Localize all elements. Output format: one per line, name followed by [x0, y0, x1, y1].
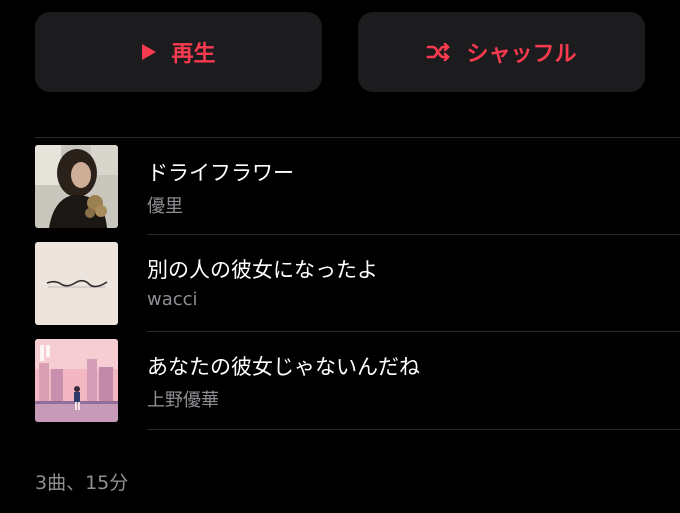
play-label: 再生 — [171, 42, 216, 67]
dried-flower-cover-art — [35, 145, 118, 228]
track-count-duration: 3曲、15分 — [35, 472, 129, 494]
track-title: あなたの彼女じゃないんだね — [147, 355, 420, 379]
play-button[interactable]: 再生 — [35, 12, 322, 92]
play-icon — [141, 43, 157, 61]
city-sunset-cover-art — [35, 339, 118, 422]
track-row[interactable]: あなたの彼女じゃないんだね 上野優華 — [0, 331, 680, 428]
shuffle-icon — [426, 42, 452, 62]
row-divider — [147, 429, 680, 430]
shuffle-button[interactable]: シャッフル — [358, 12, 645, 92]
track-artist: wacci — [147, 289, 198, 310]
track-row[interactable]: 別の人の彼女になったよ wacci — [0, 234, 680, 331]
track-row[interactable]: ドライフラワー 優里 — [0, 137, 680, 234]
track-title: 別の人の彼女になったよ — [147, 258, 378, 282]
track-title: ドライフラワー — [147, 161, 294, 185]
track-artist: 優里 — [147, 196, 183, 217]
track-artist: 上野優華 — [147, 390, 219, 411]
shuffle-label: シャッフル — [466, 42, 577, 67]
wacci-cover-art — [35, 242, 118, 325]
